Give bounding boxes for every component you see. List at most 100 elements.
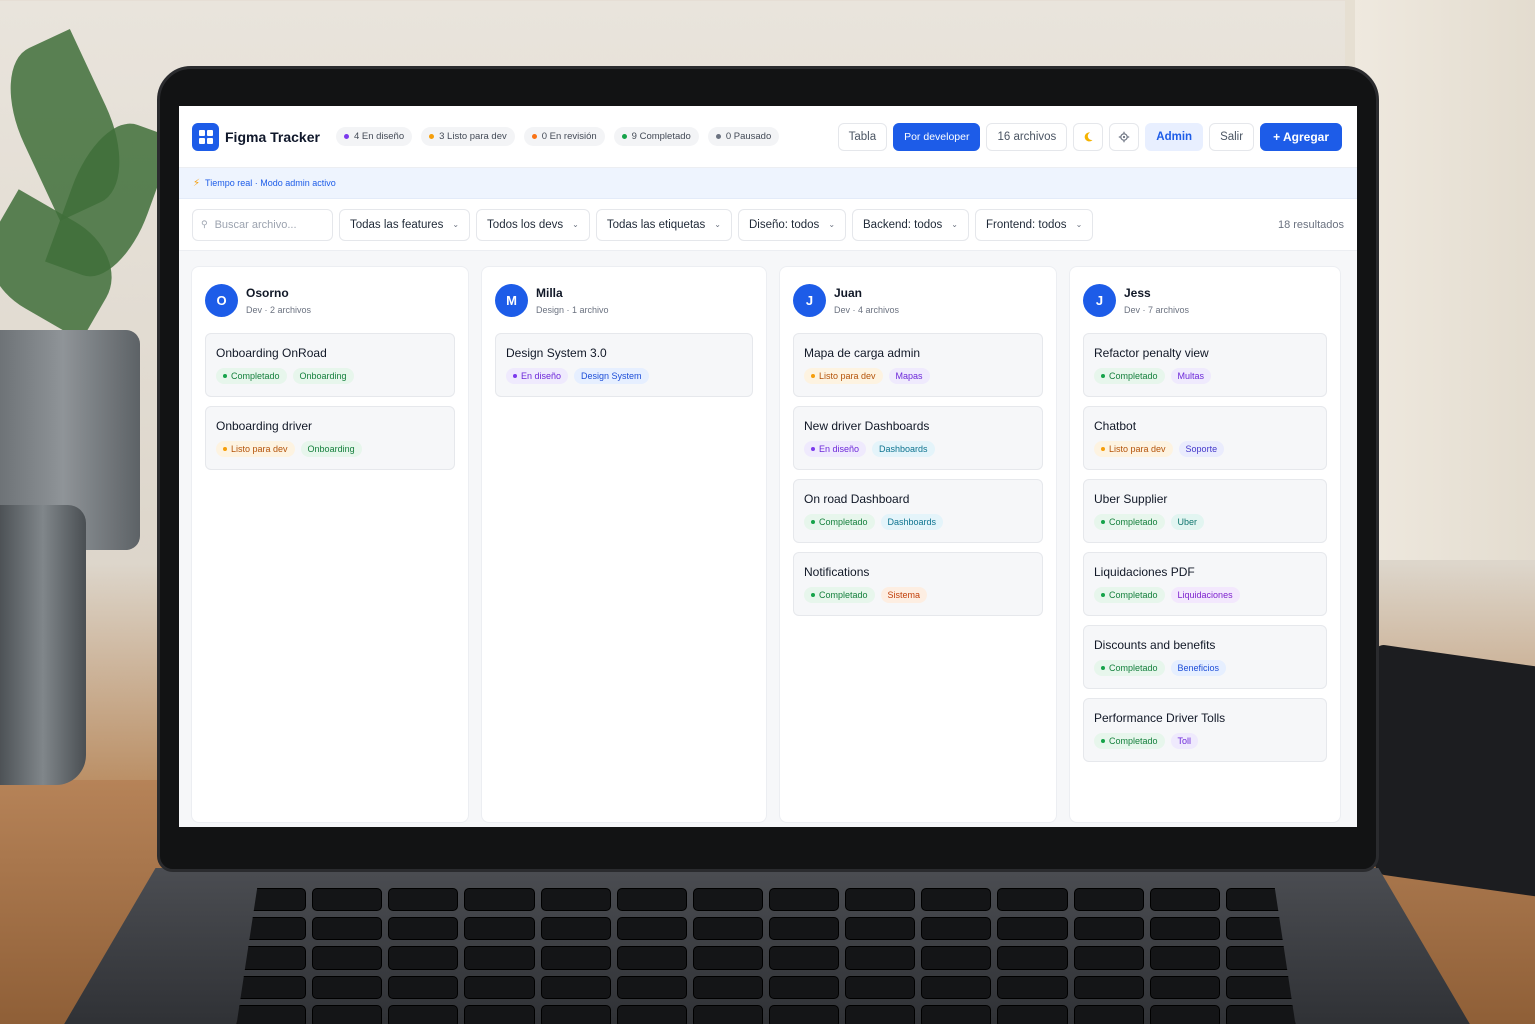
status-label: Completado [819,517,868,527]
file-card[interactable]: Refactor penalty view Completado Multas [1083,333,1327,397]
card-title: Discounts and benefits [1094,638,1216,652]
file-card[interactable]: New driver Dashboards En diseño Dashboar… [793,406,1043,470]
keyboard-key [921,946,992,970]
keyboard-key [1073,1004,1144,1024]
status-dot-icon [1101,593,1105,597]
filter-label: Backend: todos [863,218,943,231]
avatar: J [1083,284,1116,317]
feature-tag: Dashboards [880,514,944,530]
keyboard-key [997,888,1068,912]
chevron-down-icon: ⌄ [828,220,836,229]
gear-icon [1119,131,1130,142]
keyboard-key [1073,917,1144,941]
devs-filter[interactable]: Todos los devs ⌄ [476,208,590,241]
stat-label: 0 Pausado [725,131,772,142]
feature-tag: Multas [1170,368,1212,384]
status-dot-icon [715,134,721,139]
status-badge: Completado [1094,587,1165,603]
logout-button[interactable]: Salir [1209,122,1255,151]
view-developer-button[interactable]: Por developer [893,122,981,151]
status-dot-icon [1101,520,1105,524]
realtime-banner: ⚡ Tiempo real · Modo admin activo [179,168,1357,199]
card-title: Performance Driver Tolls [1094,711,1226,725]
feature-tag: Soporte [1178,441,1225,457]
card-list: Onboarding OnRoad Completado Onboarding … [205,333,455,470]
frontend-filter[interactable]: Frontend: todos ⌄ [975,208,1094,241]
status-dot-icon [1101,374,1105,378]
keyboard-key [616,1004,687,1024]
chevron-down-icon: ⌄ [452,220,460,229]
keyboard-key [997,917,1068,941]
developer-meta: Dev · 7 archivos [1124,305,1190,315]
file-card[interactable]: Onboarding driver Listo para dev Onboard… [205,406,455,470]
labels-filter[interactable]: Todas las etiquetas ⌄ [595,208,732,241]
keyboard-key [388,1004,459,1024]
keyboard-key [769,946,840,970]
view-table-button[interactable]: Tabla [837,122,888,151]
settings-button[interactable] [1109,122,1140,151]
status-label: Completado [819,590,868,600]
file-card[interactable]: Mapa de carga admin Listo para dev Mapas [793,333,1043,397]
filter-label: Frontend: todos [986,218,1067,231]
filter-label: Diseño: todos [748,218,820,231]
file-card[interactable]: Performance Driver Tolls Completado Toll [1083,698,1327,762]
stat-listo-para-dev: 3 Listo para dev [421,127,515,146]
status-dot-icon [621,134,627,139]
status-dot-icon [811,447,815,451]
files-count-button[interactable]: 16 archivos [986,122,1068,151]
keyboard-key [845,1004,916,1024]
moon-icon [1084,131,1093,141]
keyboard-key [312,888,383,912]
keyboard-key [464,946,535,970]
column-header: O Osorno Dev · 2 archivos [205,267,455,333]
keyboard-key [921,1004,992,1024]
developer-meta: Design · 1 archivo [536,305,609,315]
design-filter[interactable]: Diseño: todos ⌄ [737,208,847,241]
app-screen: Figma Tracker 4 En diseño 3 Listo para d… [179,106,1357,827]
status-label: Completado [231,371,280,381]
admin-button[interactable]: Admin [1145,122,1204,151]
keyboard-key [1073,975,1144,999]
keyboard-key [464,975,535,999]
keyboard-key [616,975,687,999]
file-card[interactable]: Notifications Completado Sistema [793,552,1043,616]
file-card[interactable]: Onboarding OnRoad Completado Onboarding [205,333,455,397]
developer-name: Juan [834,286,863,300]
card-title: Onboarding driver [216,419,313,433]
app-logo-icon [192,122,219,151]
status-label: Completado [1109,371,1158,381]
backend-filter[interactable]: Backend: todos ⌄ [852,208,969,241]
card-title: Chatbot [1094,419,1137,433]
file-card[interactable]: On road Dashboard Completado Dashboards [793,479,1043,543]
keyboard-key [1149,946,1220,970]
features-filter[interactable]: Todas las features ⌄ [339,208,471,241]
feature-tag: Uber [1170,514,1205,530]
file-card[interactable]: Chatbot Listo para dev Soporte [1083,406,1327,470]
feature-tag: Dashboards [872,441,935,457]
add-file-button[interactable]: + Agregar [1260,122,1342,151]
chevron-down-icon: ⌄ [1075,220,1083,229]
status-label: Listo para dev [819,371,876,381]
file-card[interactable]: Design System 3.0 En diseño Design Syste… [495,333,753,397]
stat-pausado: 0 Pausado [707,127,780,146]
keyboard-key [692,1004,763,1024]
file-card[interactable]: Liquidaciones PDF Completado Liquidacion… [1083,552,1327,616]
file-card[interactable]: Discounts and benefits Completado Benefi… [1083,625,1327,689]
keyboard-key [312,917,383,941]
status-badge: Completado [1094,514,1165,530]
status-badge: En diseño [506,368,569,384]
file-card[interactable]: Uber Supplier Completado Uber [1083,479,1327,543]
status-label: En diseño [521,371,562,381]
theme-toggle-button[interactable] [1073,122,1104,151]
status-label: En diseño [819,444,860,454]
card-title: Liquidaciones PDF [1094,565,1195,579]
chevron-down-icon: ⌄ [714,220,721,229]
card-list: Design System 3.0 En diseño Design Syste… [495,333,753,397]
search-input[interactable]: ⚲ Buscar archivo... [192,208,333,241]
status-badge: Listo para dev [216,441,295,457]
bolt-icon: ⚡ [193,177,201,189]
feature-tag: Onboarding [300,441,362,457]
status-label: Listo para dev [231,444,288,454]
developer-meta: Dev · 4 archivos [834,305,900,315]
status-label: Completado [1109,517,1158,527]
